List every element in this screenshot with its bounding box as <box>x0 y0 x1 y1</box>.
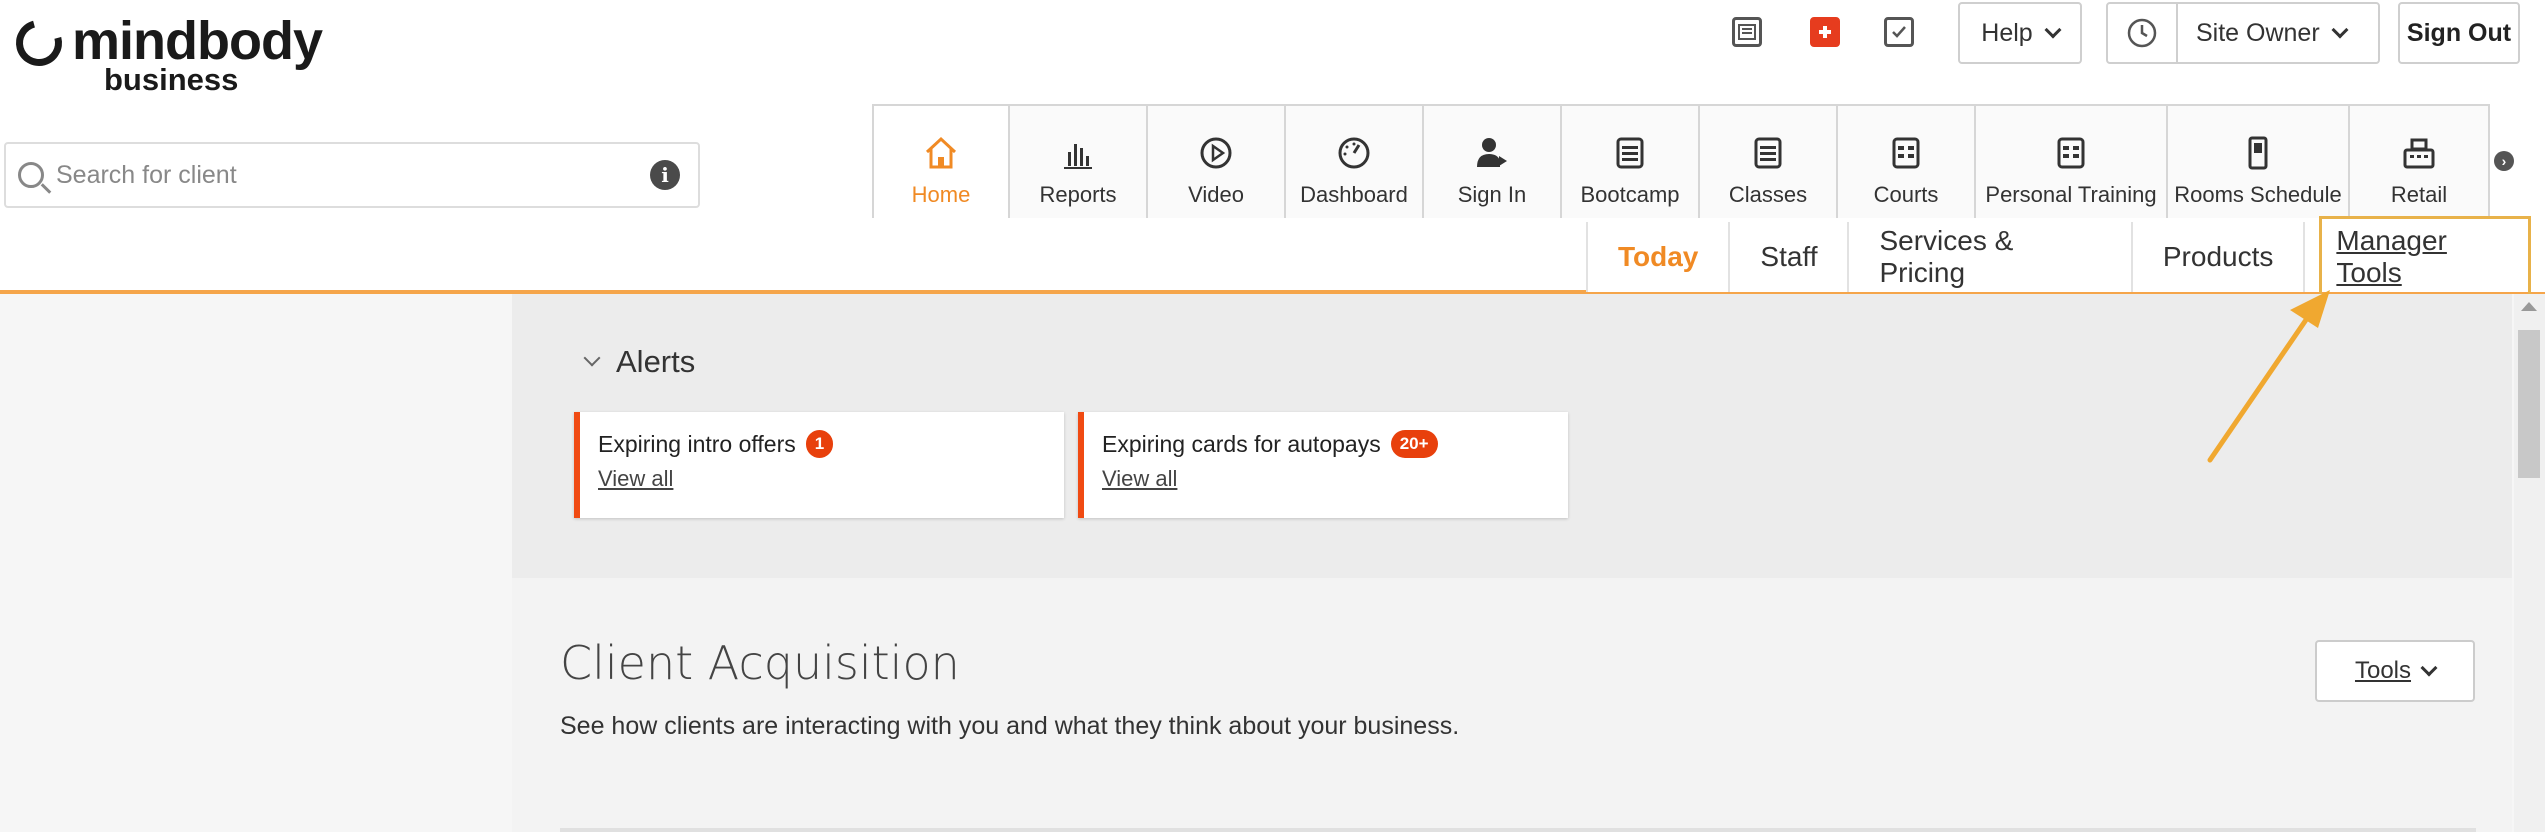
nav-tab-label: Courts <box>1873 182 1939 207</box>
checkbox-icon[interactable] <box>1884 17 1914 47</box>
subtab-staff[interactable]: Staff <box>1730 222 1850 292</box>
gauge-icon <box>1338 137 1370 169</box>
nav-tab-label: Sign In <box>1457 182 1527 207</box>
nav-tab-classes[interactable]: Classes <box>1700 106 1838 218</box>
nav-tab-video[interactable]: Video <box>1148 106 1286 218</box>
scrollbar-thumb[interactable] <box>2518 330 2540 478</box>
alert-card: Expiring cards for autopays 20+ View all <box>1078 412 1568 518</box>
search-input[interactable] <box>56 160 650 190</box>
play-icon <box>1200 137 1232 169</box>
subtab-label: Manager Tools <box>2319 216 2531 298</box>
tools-dropdown-button[interactable]: Tools <box>2315 640 2475 702</box>
chevron-right-icon: › <box>2494 151 2514 171</box>
nav-tab-label: Rooms Schedule <box>2174 182 2342 207</box>
sign-out-label: Sign Out <box>2406 18 2512 47</box>
first-aid-icon[interactable] <box>1810 17 1840 47</box>
subtab-today[interactable]: Today <box>1586 222 1731 292</box>
nav-tab-label: Personal Training <box>1985 182 2157 207</box>
alert-title: Expiring cards for autopays <box>1102 430 1381 457</box>
client-acquisition-section <box>512 578 2512 832</box>
nav-tab-personal-training[interactable]: Personal Training <box>1976 106 2168 218</box>
alert-card: Expiring intro offers 1 View all <box>574 412 1064 518</box>
home-icon <box>925 136 957 169</box>
door-icon <box>2248 136 2268 170</box>
site-owner-label: Site Owner <box>2196 18 2320 47</box>
logo-mark-icon <box>7 11 71 75</box>
user-signin-icon <box>1477 138 1507 167</box>
bar-chart-icon <box>1064 144 1092 169</box>
subtab-manager-tools[interactable]: Manager Tools <box>2305 216 2545 298</box>
annotation-arrow-icon <box>2207 290 2330 463</box>
section-description: See how clients are interacting with you… <box>560 712 1460 740</box>
help-button[interactable]: Help <box>1958 2 2082 64</box>
calendar-icon <box>1616 137 1644 169</box>
nav-tab-label: Video <box>1188 182 1244 207</box>
search-icon <box>18 162 44 188</box>
tools-label: Tools <box>2354 657 2412 684</box>
nav-tab-label: Retail <box>2390 182 2448 207</box>
table-header-edge <box>560 828 2476 832</box>
scroll-up-icon[interactable] <box>2521 302 2537 311</box>
sign-out-button[interactable]: Sign Out <box>2398 2 2520 64</box>
nav-tab-sign-in[interactable]: Sign In <box>1424 106 1562 218</box>
nav-tab-home[interactable]: Home <box>874 104 1010 218</box>
alert-title: Expiring intro offers <box>598 430 796 457</box>
client-search-box[interactable]: i <box>4 142 700 208</box>
nav-tab-bootcamp[interactable]: Bootcamp <box>1562 106 1700 218</box>
clock-icon <box>2108 4 2178 62</box>
nav-tab-label: Classes <box>1728 182 1808 207</box>
calendar-icon <box>1892 137 1920 169</box>
subtab-services-pricing[interactable]: Services & Pricing <box>1849 222 2133 292</box>
subtab-label: Staff <box>1760 241 1818 272</box>
nav-tab-rooms-schedule[interactable]: Rooms Schedule <box>2168 106 2350 218</box>
alert-count-badge: 1 <box>805 430 834 458</box>
sub-nav: Today Staff Services & Pricing Products … <box>1586 216 2545 298</box>
logo-wordmark: mindbody <box>72 11 323 71</box>
info-icon[interactable]: i <box>650 160 680 190</box>
calendar-icon <box>1754 137 1782 169</box>
nav-tab-label: Bootcamp <box>1580 182 1680 207</box>
alerts-toggle[interactable]: Alerts <box>583 344 696 380</box>
chevron-down-icon <box>2331 21 2349 39</box>
help-label: Help <box>1981 18 2033 47</box>
newspaper-icon[interactable] <box>1732 17 1762 47</box>
subtab-label: Products <box>2162 241 2274 272</box>
subtab-products[interactable]: Products <box>2132 222 2306 292</box>
subtab-label: Services & Pricing <box>1879 225 2014 288</box>
chevron-down-icon <box>2044 21 2062 39</box>
view-all-link[interactable]: View all <box>598 466 673 492</box>
main-nav: Home Reports Video Dashboard Sign In Boo… <box>872 104 2490 218</box>
alert-count-badge: 20+ <box>1390 430 1438 458</box>
register-icon <box>2403 138 2435 169</box>
alerts-title: Alerts <box>616 344 696 379</box>
nav-tab-courts[interactable]: Courts <box>1838 106 1976 218</box>
view-all-link[interactable]: View all <box>1102 466 1177 492</box>
nav-tab-label: Home <box>911 182 971 207</box>
nav-tab-dashboard[interactable]: Dashboard <box>1286 106 1424 218</box>
calendar-icon <box>2057 137 2085 169</box>
nav-tab-reports[interactable]: Reports <box>1010 106 1148 218</box>
nav-tab-retail[interactable]: Retail <box>2350 106 2488 218</box>
mindbody-logo[interactable]: mindbody business <box>7 11 323 95</box>
nav-tab-label: Reports <box>1039 182 1117 207</box>
chevron-down-icon <box>2420 659 2438 677</box>
subtab-label: Today <box>1618 241 1699 272</box>
nav-scroll-right-button[interactable]: › <box>2484 104 2524 218</box>
nav-tab-label: Dashboard <box>1300 182 1408 207</box>
section-title: Client Acquisition <box>560 636 960 690</box>
chevron-down-icon <box>583 349 601 367</box>
site-owner-dropdown[interactable]: Site Owner <box>2106 2 2380 64</box>
